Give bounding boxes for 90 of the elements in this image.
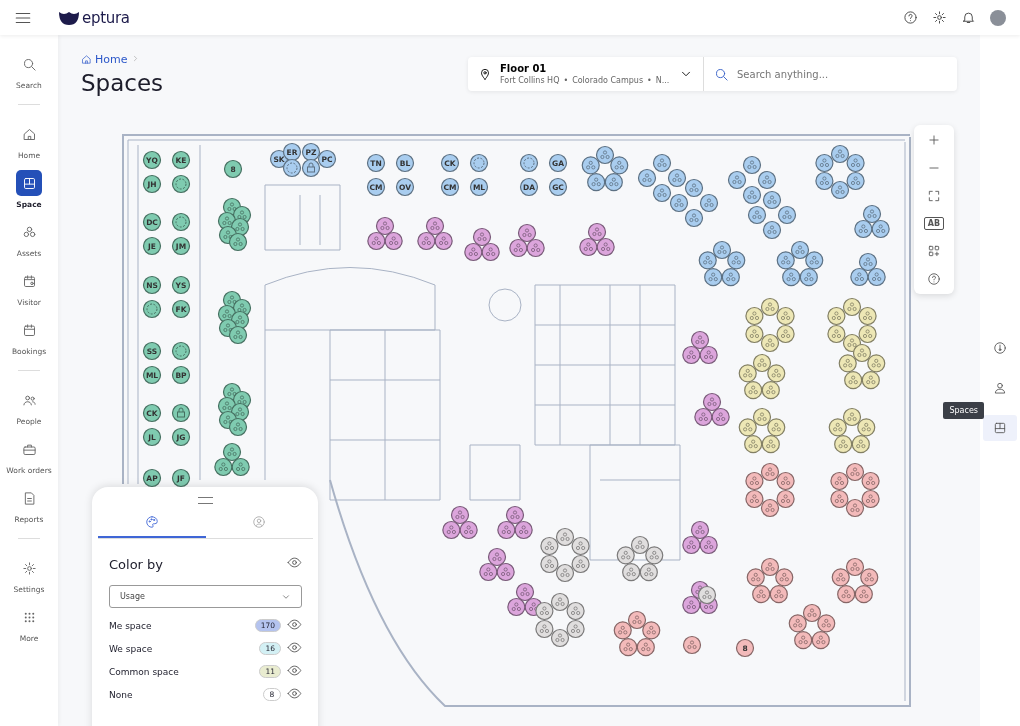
- desk-cluster[interactable]: [479, 547, 515, 582]
- desk-cluster[interactable]: [746, 557, 794, 604]
- bell-icon[interactable]: [961, 10, 976, 25]
- desk-cluster[interactable]: [727, 155, 777, 205]
- legend-label: None: [109, 689, 134, 700]
- desk-cluster[interactable]: [214, 442, 250, 477]
- desk-cluster[interactable]: [682, 635, 702, 655]
- plus-icon: [927, 133, 941, 147]
- desk-cluster[interactable]: [738, 353, 786, 400]
- desk-cluster[interactable]: [464, 227, 500, 262]
- desk-cluster[interactable]: [442, 505, 478, 540]
- desk-cluster[interactable]: [747, 190, 797, 240]
- eye-icon[interactable]: [287, 686, 302, 701]
- desk-cluster[interactable]: [540, 527, 590, 583]
- grid-plus-icon: [927, 244, 941, 258]
- desk-cluster[interactable]: [581, 145, 629, 192]
- help-icon[interactable]: [903, 10, 918, 25]
- desk-cluster[interactable]: [497, 505, 533, 540]
- tooltip: Spaces: [943, 402, 984, 419]
- breadcrumb-link[interactable]: Home: [81, 53, 128, 66]
- desk-cluster[interactable]: [694, 392, 730, 427]
- desk-cluster[interactable]: [682, 520, 718, 555]
- desk-cluster[interactable]: [669, 178, 719, 228]
- desk-cluster[interactable]: [738, 407, 786, 454]
- floor-plan-icon: [993, 421, 1007, 435]
- drag-handle[interactable]: [198, 497, 213, 504]
- desk-cluster[interactable]: [830, 462, 880, 518]
- calendar-icon: [21, 322, 37, 338]
- help-icon: [927, 272, 941, 286]
- location-pin-icon: [478, 67, 492, 81]
- desk-cluster[interactable]: [217, 290, 252, 345]
- desk-cluster[interactable]: [850, 252, 886, 287]
- desk-cluster[interactable]: [827, 297, 877, 353]
- desk-cluster[interactable]: [637, 153, 687, 203]
- fit-view-button[interactable]: [927, 189, 941, 203]
- desk-cluster[interactable]: [616, 535, 664, 582]
- search-field[interactable]: Search anything...: [735, 67, 939, 81]
- eye-icon[interactable]: [287, 555, 302, 570]
- desk-cluster[interactable]: [698, 240, 746, 287]
- person-icon: [993, 381, 1007, 395]
- desk-cluster[interactable]: [535, 592, 585, 648]
- desk-cluster[interactable]: [217, 382, 252, 437]
- legend-label: We space: [109, 643, 154, 654]
- thermometer-icon: [993, 341, 1007, 355]
- logo-text: eptura: [82, 8, 130, 27]
- legend-label: Me space: [109, 620, 153, 631]
- eye-icon[interactable]: [287, 663, 302, 678]
- desk-cluster[interactable]: [815, 144, 865, 200]
- desk-cluster[interactable]: [507, 582, 543, 617]
- desk-cluster[interactable]: [697, 585, 717, 605]
- spaces-panel-button[interactable]: [983, 415, 1017, 441]
- help-button[interactable]: [927, 272, 941, 286]
- palette-icon: [144, 515, 159, 529]
- desk-cluster[interactable]: [509, 223, 545, 258]
- eye-icon[interactable]: [287, 617, 302, 632]
- desk-cluster[interactable]: [854, 204, 890, 239]
- visitor-icon: [21, 273, 37, 289]
- desk-cluster[interactable]: [367, 216, 403, 251]
- user-circle-icon: [252, 515, 267, 529]
- desk-cluster[interactable]: [831, 557, 879, 604]
- desk-cluster[interactable]: [417, 216, 453, 251]
- home-icon: [81, 54, 92, 65]
- color-by-dropdown[interactable]: Usage: [109, 585, 302, 608]
- search-icon: [714, 66, 729, 82]
- desk-cluster[interactable]: [613, 610, 661, 657]
- floor-plan-icon: [21, 175, 37, 191]
- desk-cluster[interactable]: [745, 297, 795, 353]
- labels-toggle-button[interactable]: AB: [923, 217, 945, 230]
- desk-cluster[interactable]: [579, 222, 615, 257]
- add-widget-button[interactable]: [927, 244, 941, 258]
- avatar[interactable]: [990, 9, 1006, 26]
- home-icon: [21, 126, 37, 142]
- desk-cluster[interactable]: [828, 407, 876, 454]
- toolbox-icon: [21, 441, 37, 457]
- panel-title: Color by: [109, 556, 164, 572]
- desk-cluster[interactable]: [745, 462, 795, 518]
- desk-cluster[interactable]: [776, 240, 824, 287]
- logo-icon: [58, 9, 80, 26]
- page-title: Spaces: [81, 70, 164, 96]
- desk-cluster[interactable]: [217, 197, 252, 252]
- assets-icon: [21, 224, 37, 240]
- desk-cluster[interactable]: [788, 603, 836, 650]
- legend-label: Common space: [109, 666, 180, 677]
- desk-cluster[interactable]: [838, 343, 886, 390]
- people-icon: [21, 392, 37, 408]
- search-icon: [21, 56, 37, 72]
- frame-corners-icon: [927, 189, 941, 203]
- floor-selector[interactable]: Floor 01 Fort Collins HQ • Colorado Campus • N...: [468, 57, 704, 91]
- desk-cluster[interactable]: [682, 330, 718, 365]
- eye-icon[interactable]: [287, 640, 302, 655]
